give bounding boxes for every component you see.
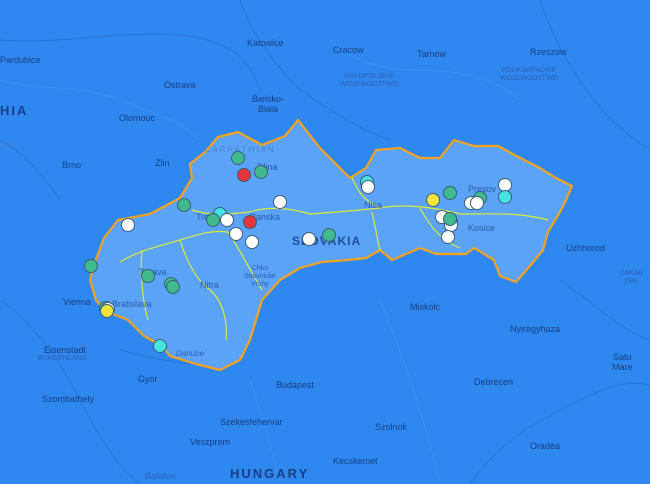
label-balaton: Balaton (145, 471, 176, 481)
station-marker-white[interactable] (440, 230, 455, 245)
label-olomouc: Olomouc (119, 113, 156, 123)
label-tarnow: Tarnow (417, 49, 447, 59)
station-marker-white[interactable] (302, 231, 317, 246)
label-burgenland: BURGENLAND (38, 355, 87, 362)
label-satu-mare: Satu Mare (612, 352, 633, 372)
label-czechia-fragment: HIA (0, 103, 29, 118)
station-marker-yellow[interactable] (425, 193, 440, 208)
label-veszprem: Veszprem (190, 437, 231, 447)
label-pardubice: Pardubice (0, 55, 41, 65)
label-rzeszow: Rzeszow (530, 47, 567, 57)
label-budapest: Budapest (276, 380, 315, 390)
label-malopolskie: MALOPOLSKIE WOJEWODZTWO (340, 73, 398, 88)
label-nitra: Nitra (200, 280, 220, 290)
station-marker-white[interactable] (360, 179, 375, 194)
label-nyiregyhaza: Nyiregyhaza (510, 324, 561, 334)
label-danube: Danube (176, 349, 205, 358)
label-ava: ava (0, 140, 15, 150)
station-marker-green[interactable] (141, 268, 156, 283)
label-szombathely: Szombathely (42, 394, 95, 404)
label-szolnok: Szolnok (375, 422, 408, 432)
label-vienna: Vienna (63, 297, 91, 307)
station-marker-red[interactable] (242, 214, 257, 229)
label-szekesfehervar: Szekesfehervar (220, 417, 283, 427)
label-kecskemet: Kecskemet (333, 456, 378, 466)
label-katowice: Katowice (247, 38, 284, 48)
station-marker-green[interactable] (176, 198, 191, 213)
label-zakarpattia: ZAKAR OBL (620, 270, 644, 285)
station-marker-yellow[interactable] (100, 304, 114, 318)
label-hungary: HUNGARY (230, 466, 310, 481)
label-podkarpackie: PODKARPACKIE WOJEWODZTWO (500, 67, 558, 82)
label-bratislava: Bratislava (112, 299, 152, 309)
label-oradea: Oradea (530, 441, 561, 451)
label-nisa: Nisa (364, 200, 383, 210)
label-gyor: Gyor (138, 374, 158, 384)
label-miskolc: Miskolc (410, 302, 441, 312)
station-marker-white[interactable] (273, 194, 288, 209)
label-kosice: Kosice (468, 223, 496, 233)
station-marker-green[interactable] (443, 211, 458, 226)
station-marker-white[interactable] (469, 196, 484, 211)
label-bielsko-biala: Bielsko- Biala (252, 94, 285, 114)
label-cracow: Cracow (333, 45, 364, 55)
label-uzhhorod: Uzhhorod (566, 243, 606, 253)
station-marker-red[interactable] (236, 167, 251, 182)
label-chko: Chko Stiavnicke Vrchy (244, 265, 276, 288)
station-marker-green[interactable] (254, 164, 269, 179)
station-marker-white[interactable] (228, 226, 243, 241)
label-debrecen: Debrecen (474, 377, 514, 387)
label-zlin: Zlin (155, 158, 170, 168)
label-eisenstadt: Eisenstadt (44, 345, 87, 355)
station-marker-cyan[interactable] (152, 339, 167, 354)
label-ostrava: Ostrava (164, 80, 196, 90)
station-marker-green[interactable] (84, 258, 99, 273)
station-marker-white[interactable] (120, 218, 135, 233)
label-brno: Brno (62, 160, 82, 170)
